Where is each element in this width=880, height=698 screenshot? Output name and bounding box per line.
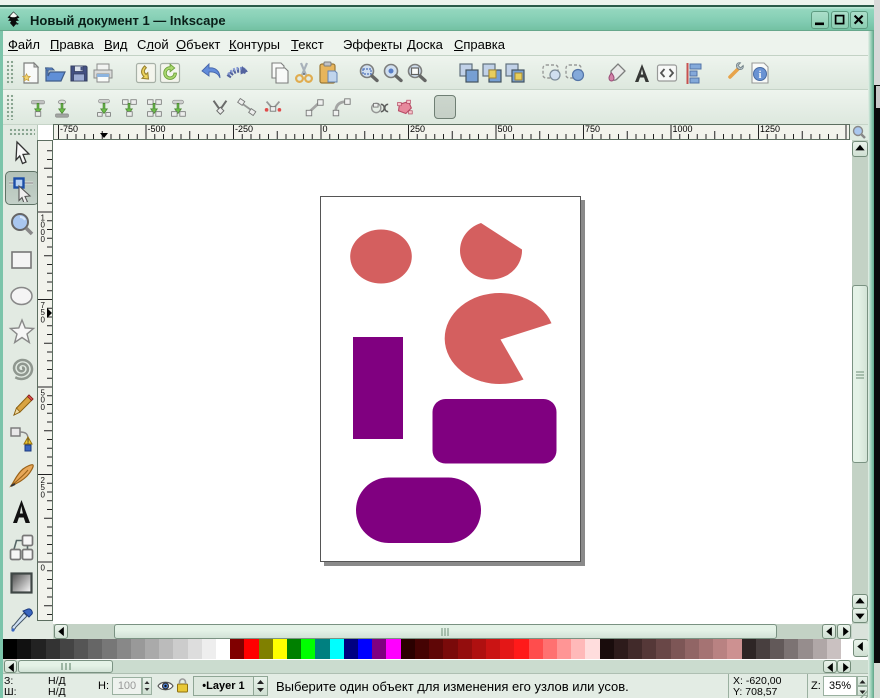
svg-text:!: !	[27, 439, 29, 446]
svg-text:250: 250	[410, 125, 425, 134]
svg-text:-750: -750	[60, 125, 78, 134]
svg-text:1000: 1000	[673, 125, 693, 134]
svg-text:500: 500	[498, 125, 513, 134]
svg-text:-500: -500	[148, 125, 166, 134]
svg-text:0: 0	[41, 403, 46, 412]
svg-text:0: 0	[41, 564, 46, 573]
svg-text:1250: 1250	[760, 125, 780, 134]
svg-text:0: 0	[41, 315, 46, 324]
svg-text:-250: -250	[235, 125, 253, 134]
svg-text:0: 0	[41, 490, 46, 499]
svg-text:750: 750	[585, 125, 600, 134]
svg-text:0: 0	[323, 125, 328, 134]
svg-text:0: 0	[41, 235, 46, 244]
svg-text:i: i	[759, 70, 762, 81]
